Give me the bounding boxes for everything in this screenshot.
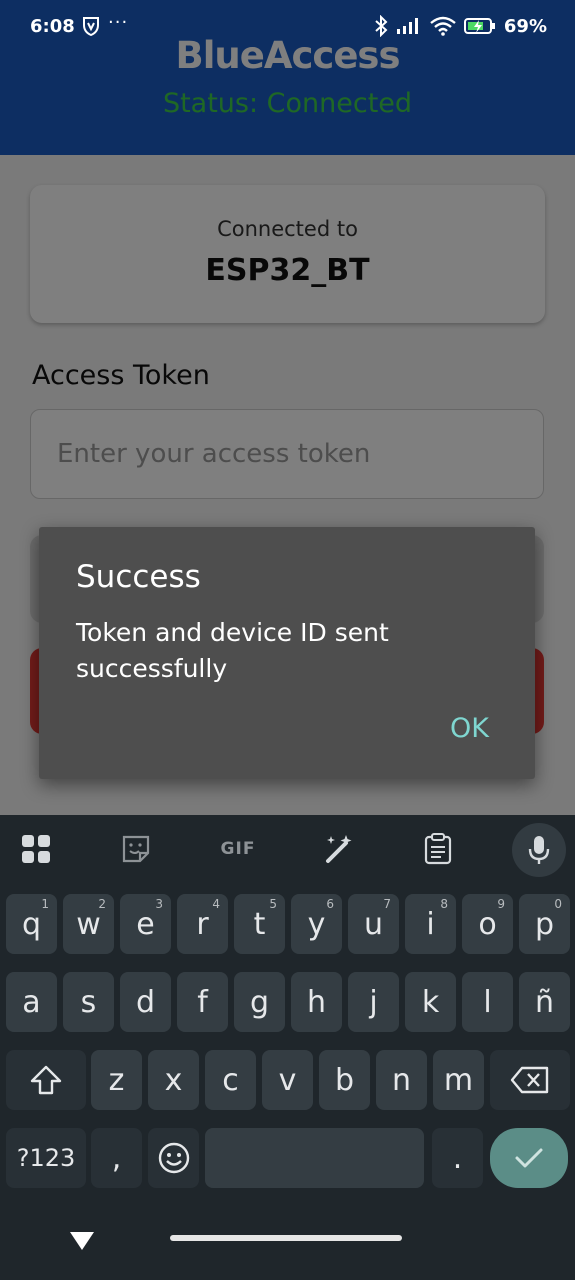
bluetooth-icon xyxy=(375,15,388,37)
ok-button[interactable]: OK xyxy=(450,713,489,744)
gif-label: GIF xyxy=(220,839,256,859)
vpn-shield-icon xyxy=(83,17,99,36)
key-label: o xyxy=(478,906,497,942)
sticker-icon[interactable] xyxy=(118,831,154,867)
status-time: 6:08 xyxy=(30,16,75,37)
key-e[interactable]: e3 xyxy=(120,894,171,954)
status-bar: 6:08 ··· 69% xyxy=(0,0,575,56)
key-r[interactable]: r4 xyxy=(177,894,228,954)
key-o[interactable]: o9 xyxy=(462,894,513,954)
signal-icon xyxy=(396,18,418,34)
comma-key[interactable]: , xyxy=(91,1128,142,1188)
shift-arrow-icon xyxy=(30,1065,62,1095)
key-hint: 2 xyxy=(98,897,106,911)
key-label: i xyxy=(426,906,435,942)
backspace-icon xyxy=(510,1066,549,1094)
key-k[interactable]: k xyxy=(405,972,456,1032)
nav-back-icon[interactable] xyxy=(70,1232,94,1250)
key-s[interactable]: s xyxy=(63,972,114,1032)
shift-key[interactable] xyxy=(6,1050,86,1110)
gif-button[interactable]: GIF xyxy=(218,831,258,867)
microphone-icon[interactable] xyxy=(512,823,566,877)
magic-wand-icon[interactable] xyxy=(320,831,356,867)
key-label: e xyxy=(136,906,155,942)
key-z[interactable]: z xyxy=(91,1050,142,1110)
key-m[interactable]: m xyxy=(433,1050,484,1110)
emoji-key[interactable] xyxy=(148,1128,199,1188)
key-label: u xyxy=(363,906,383,942)
key-hint: 3 xyxy=(155,897,163,911)
nav-home-handle[interactable] xyxy=(170,1235,402,1241)
key-i[interactable]: i8 xyxy=(405,894,456,954)
key-w[interactable]: w2 xyxy=(63,894,114,954)
key-label: t xyxy=(253,906,266,942)
key-label: p xyxy=(534,906,555,942)
keyboard-toolbar: GIF xyxy=(0,815,575,883)
key-hint: 5 xyxy=(269,897,277,911)
key-hint: 7 xyxy=(383,897,391,911)
key-a[interactable]: a xyxy=(6,972,57,1032)
soft-keyboard: GIF q1 w2 e3 r4 t5 y6 u 7 i 8 o 9 p 0 a … xyxy=(0,815,575,1280)
key-hint: 1 xyxy=(41,897,49,911)
key-v[interactable]: v xyxy=(262,1050,313,1110)
clipboard-icon[interactable] xyxy=(420,831,456,867)
dialog-title: Success xyxy=(76,559,201,595)
key-f[interactable]: f xyxy=(177,972,228,1032)
status-right-group: 69% xyxy=(374,15,547,37)
key-u[interactable]: u7 xyxy=(348,894,399,954)
symbols-key[interactable]: ?123 xyxy=(6,1128,86,1188)
key-c[interactable]: c xyxy=(205,1050,256,1110)
more-notifications-icon: ··· xyxy=(108,12,129,33)
key-hint: 9 xyxy=(497,897,505,911)
battery-level: 69% xyxy=(503,15,547,37)
key-h[interactable]: h xyxy=(291,972,342,1032)
success-dialog: Success Token and device ID sent success… xyxy=(39,527,535,779)
key-l[interactable]: l xyxy=(462,972,513,1032)
battery-charging-icon xyxy=(463,18,495,34)
key-x[interactable]: x xyxy=(148,1050,199,1110)
key-n[interactable]: n xyxy=(376,1050,427,1110)
key-g[interactable]: g xyxy=(234,972,285,1032)
key-hint: 6 xyxy=(326,897,334,911)
key-hint: 4 xyxy=(212,897,220,911)
key-label: w xyxy=(76,906,101,942)
key-t[interactable]: t5 xyxy=(234,894,285,954)
key-label: r xyxy=(196,906,209,942)
key-d[interactable]: d xyxy=(120,972,171,1032)
wifi-icon xyxy=(430,16,456,36)
key-hint: 8 xyxy=(440,897,448,911)
key-p[interactable]: p0 xyxy=(519,894,570,954)
backspace-key[interactable] xyxy=(490,1050,570,1110)
period-key[interactable]: . xyxy=(432,1128,483,1188)
key-q[interactable]: q1 xyxy=(6,894,57,954)
emoji-icon xyxy=(158,1142,189,1174)
key-hint: 0 xyxy=(554,897,562,911)
key-enye[interactable]: ñ xyxy=(519,972,570,1032)
dialog-message: Token and device ID sent successfully xyxy=(76,618,389,683)
key-y[interactable]: y6 xyxy=(291,894,342,954)
enter-key[interactable] xyxy=(490,1128,568,1188)
key-label: q xyxy=(21,906,42,942)
space-key[interactable] xyxy=(205,1128,424,1188)
key-j[interactable]: j xyxy=(348,972,399,1032)
key-b[interactable]: b xyxy=(319,1050,370,1110)
apps-grid-icon[interactable] xyxy=(18,831,54,867)
checkmark-icon xyxy=(515,1148,543,1168)
key-label: y xyxy=(307,906,326,942)
